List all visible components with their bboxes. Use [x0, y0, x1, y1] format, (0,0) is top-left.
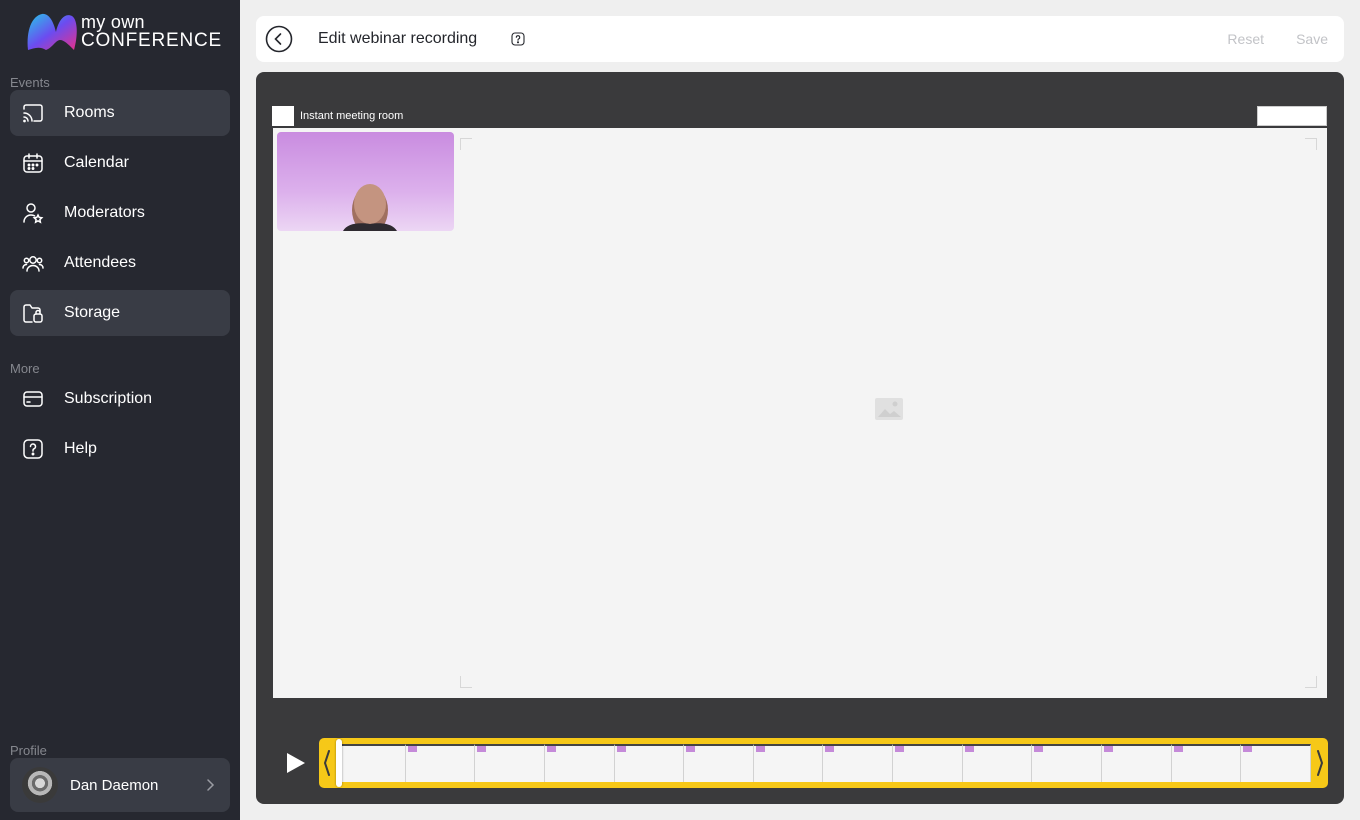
frame-thumbnail — [1034, 746, 1044, 752]
sidebar-item-rooms[interactable]: Rooms — [10, 90, 230, 136]
playhead[interactable] — [336, 739, 342, 787]
frame-thumbnail — [616, 746, 626, 752]
timeline-frame — [475, 744, 545, 782]
timeline-frame — [1171, 744, 1242, 782]
trim-start-handle[interactable] — [321, 746, 333, 780]
editor-header: Edit webinar recording Reset Save — [256, 16, 1344, 62]
sidebar-item-label: Help — [64, 440, 97, 457]
sidebar-item-label: Attendees — [64, 254, 137, 271]
room-logo — [272, 106, 294, 126]
frame-thumbnail — [964, 746, 974, 752]
chevron-right-icon — [207, 779, 215, 791]
frame-thumbnail — [895, 746, 905, 752]
moderator-icon — [23, 203, 44, 224]
brand-logo[interactable]: my own CONFERENCE — [24, 10, 224, 56]
timeline-frame — [614, 744, 685, 782]
help-icon — [23, 439, 43, 459]
sidebar-item-label: Subscription — [64, 390, 153, 407]
save-button[interactable]: Save — [1296, 31, 1328, 47]
corner-mark — [1305, 676, 1317, 688]
frame-thumbnail — [1243, 746, 1253, 752]
timeline-frame — [684, 744, 754, 782]
section-label-events: Events — [10, 75, 50, 90]
timeline-frame — [544, 744, 615, 782]
video-stage[interactable] — [273, 128, 1327, 698]
recording-editor: Instant meeting room — [256, 72, 1344, 804]
timeline-frames — [336, 744, 1311, 782]
timeline-frame — [1241, 744, 1311, 782]
card-icon — [23, 391, 43, 407]
timeline-frame — [1102, 744, 1172, 782]
camera-tile[interactable] — [277, 132, 454, 231]
profile-card[interactable]: Dan Daemon — [10, 758, 230, 812]
frame-thumbnail — [1173, 746, 1183, 752]
frame-thumbnail — [407, 746, 417, 752]
timeline-frame — [962, 744, 1033, 782]
logo-mark-icon — [27, 13, 77, 50]
trim-end-handle[interactable] — [1314, 746, 1326, 780]
sidebar-item-storage[interactable]: Storage — [10, 290, 230, 336]
attendees-icon — [22, 256, 44, 272]
timeline-frame — [753, 744, 824, 782]
frame-thumbnail — [477, 746, 487, 752]
sidebar-item-label: Calendar — [64, 154, 129, 171]
calendar-icon — [23, 153, 43, 173]
timeline-frame — [405, 744, 476, 782]
frame-thumbnail — [755, 746, 765, 752]
brand-name-line2: CONFERENCE — [81, 30, 223, 51]
participant-video — [343, 184, 397, 231]
profile-name: Dan Daemon — [70, 777, 159, 794]
sidebar-item-label: Storage — [64, 304, 121, 321]
sidebar: my own CONFERENCE Events Rooms Calendar … — [0, 0, 240, 820]
cast-icon — [23, 104, 43, 123]
page-title: Edit webinar recording — [318, 30, 478, 47]
image-placeholder-icon — [875, 398, 903, 420]
sidebar-item-label: Rooms — [64, 104, 115, 121]
room-name: Instant meeting room — [300, 110, 404, 122]
section-label-profile: Profile — [10, 743, 47, 758]
section-label-more: More — [10, 361, 40, 376]
frame-thumbnail — [1104, 746, 1114, 752]
frame-thumbnail — [686, 746, 696, 752]
room-badge — [1257, 106, 1327, 126]
room-bar: Instant meeting room — [272, 106, 1327, 128]
timeline[interactable] — [319, 738, 1328, 788]
corner-mark — [460, 676, 472, 688]
avatar — [22, 767, 58, 803]
sidebar-item-moderators[interactable]: Moderators — [10, 190, 230, 236]
play-icon[interactable] — [282, 750, 308, 776]
corner-mark — [460, 138, 472, 150]
back-button[interactable] — [265, 25, 293, 53]
storage-icon — [23, 304, 43, 323]
sidebar-item-label: Moderators — [64, 204, 145, 221]
sidebar-item-help[interactable]: Help — [10, 426, 230, 472]
timeline-frame — [893, 744, 963, 782]
sidebar-item-calendar[interactable]: Calendar — [10, 140, 230, 186]
help-icon[interactable] — [511, 32, 525, 46]
corner-mark — [1305, 138, 1317, 150]
sidebar-item-subscription[interactable]: Subscription — [10, 376, 230, 422]
frame-thumbnail — [825, 746, 835, 752]
timeline-frame — [1032, 744, 1103, 782]
reset-button[interactable]: Reset — [1227, 31, 1264, 47]
timeline-frame — [823, 744, 894, 782]
sidebar-item-attendees[interactable]: Attendees — [10, 240, 230, 286]
frame-thumbnail — [546, 746, 556, 752]
timeline-frame — [336, 744, 406, 782]
